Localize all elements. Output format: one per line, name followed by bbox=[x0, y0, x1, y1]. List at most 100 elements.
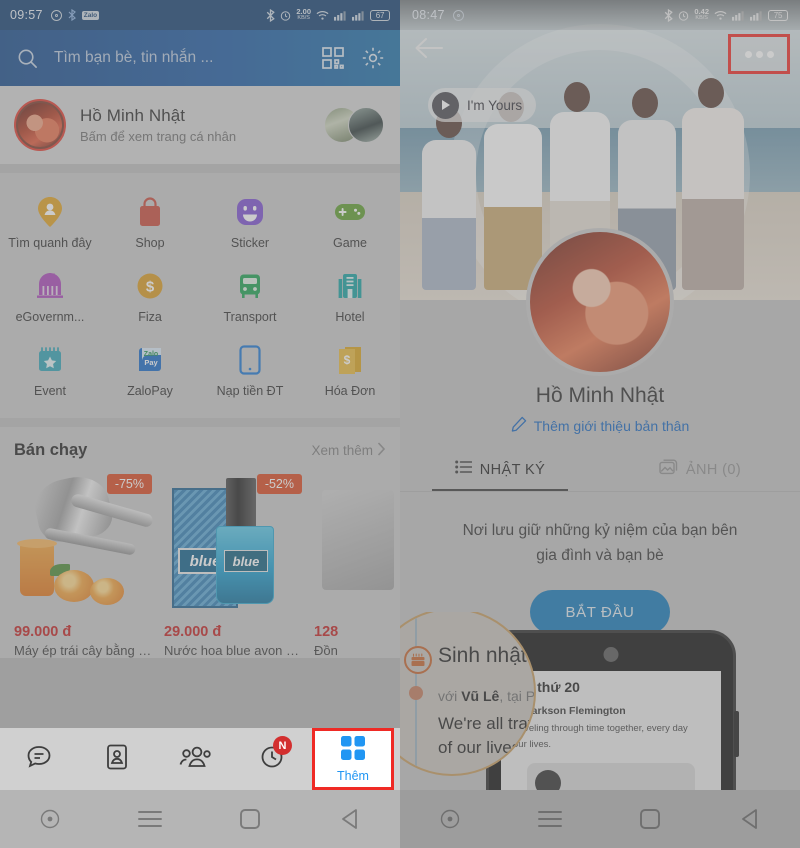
app-tile-label: Nạp tiền ĐT bbox=[216, 384, 284, 398]
magnifier-title: Sinh nhật bbox=[438, 644, 527, 667]
location-person-icon bbox=[33, 195, 67, 229]
app-tile-label: Game bbox=[332, 236, 368, 250]
empty-state-line1: Nơi lưu giữ những kỷ niệm của bạn bên bbox=[462, 522, 738, 539]
tab-timeline[interactable]: N bbox=[234, 728, 312, 790]
signal-icon bbox=[334, 10, 347, 21]
app-tile-hotel[interactable]: Hotel bbox=[300, 260, 400, 334]
app-tile-label: Transport bbox=[223, 310, 277, 324]
signal-icon bbox=[732, 10, 745, 21]
app-tile-tim-quanh-day[interactable]: Tìm quanh đây bbox=[0, 186, 100, 260]
app-tile-fiza[interactable]: $ Fiza bbox=[100, 260, 200, 334]
menu-lines-icon[interactable] bbox=[100, 810, 200, 828]
tab-anh[interactable]: ẢNH (0) bbox=[600, 449, 800, 491]
chevron-right-icon bbox=[377, 442, 386, 459]
qr-code-icon[interactable] bbox=[320, 45, 346, 71]
bluetooth-icon bbox=[266, 8, 276, 22]
with-name: Vũ Lê bbox=[461, 688, 500, 704]
left-status-bar: 09:57 Zalo 2.00 KB/S 67 bbox=[0, 0, 400, 30]
app-tile-egovernment[interactable]: eGovernm... bbox=[0, 260, 100, 334]
see-more-button[interactable]: Xem thêm bbox=[311, 442, 386, 459]
notification-badge: N bbox=[273, 736, 292, 755]
promo-comment-card bbox=[527, 763, 695, 790]
best-selling-section: Bán chạy Xem thêm -75% 99.000 đ Máy ép t… bbox=[0, 427, 400, 658]
svg-text:$: $ bbox=[146, 279, 155, 296]
app-tile-label: Fiza bbox=[138, 310, 162, 324]
contacts-icon bbox=[104, 743, 130, 776]
story-thumb[interactable] bbox=[348, 107, 384, 143]
section-title: Bán chạy bbox=[14, 441, 88, 459]
profile-row[interactable]: Hồ Minh Nhật Bấm để xem trang cá nhân bbox=[0, 86, 400, 164]
alarm-icon bbox=[280, 10, 291, 21]
home-square-icon[interactable] bbox=[200, 808, 300, 830]
more-horizontal-icon bbox=[755, 50, 763, 58]
pencil-icon bbox=[511, 416, 527, 435]
app-tile-zalopay[interactable]: Zalo Pay ZaloPay bbox=[100, 334, 200, 408]
gear-icon[interactable] bbox=[360, 45, 386, 71]
network-speed-indicator: 2.00 KB/S bbox=[296, 7, 311, 21]
battery-icon: 75 bbox=[768, 9, 788, 21]
tab-nhat-ky[interactable]: NHẬT KÝ bbox=[400, 449, 600, 491]
app-tile-shop[interactable]: Shop bbox=[100, 186, 200, 260]
app-tile-nap-tien[interactable]: Nạp tiền ĐT bbox=[200, 334, 300, 408]
product-card[interactable]: 128 Đồn bbox=[314, 470, 394, 658]
app-tile-game[interactable]: Game bbox=[300, 186, 400, 260]
search-bar[interactable]: Tìm bạn bè, tin nhắn ... bbox=[0, 30, 400, 86]
search-icon[interactable] bbox=[14, 45, 40, 71]
add-bio-link[interactable]: Thêm giới thiệu bản thân bbox=[400, 416, 800, 435]
dollar-coin-icon: $ bbox=[133, 269, 167, 303]
menu-lines-icon[interactable] bbox=[500, 810, 600, 828]
app-tile-label: Hotel bbox=[335, 310, 365, 324]
profile-subtitle: Bấm để xem trang cá nhân bbox=[80, 129, 237, 144]
product-card[interactable]: blue blue -52% 29.000 đ Nước hoa blue av… bbox=[164, 470, 304, 658]
home-square-icon[interactable] bbox=[600, 808, 700, 830]
app-tile-hoa-don[interactable]: $ Hóa Đơn bbox=[300, 334, 400, 408]
product-card[interactable]: -75% 99.000 đ Máy ép trái cây bằng ta... bbox=[14, 470, 155, 658]
app-tile-transport[interactable]: Transport bbox=[200, 260, 300, 334]
back-triangle-icon[interactable] bbox=[700, 808, 800, 830]
more-options-button[interactable] bbox=[728, 34, 790, 74]
promo-line-3: traveling through time together, every d… bbox=[513, 723, 688, 734]
avatar[interactable] bbox=[526, 228, 674, 376]
tab-contacts[interactable] bbox=[78, 728, 156, 790]
music-chip[interactable]: I'm Yours bbox=[428, 88, 537, 122]
assistant-dot-icon[interactable] bbox=[0, 809, 100, 829]
camera-dot-icon bbox=[452, 9, 464, 21]
assistant-dot-icon[interactable] bbox=[400, 809, 500, 829]
story-thumbnails[interactable] bbox=[324, 105, 386, 145]
best-selling-header: Bán chạy Xem thêm bbox=[14, 441, 386, 460]
search-input[interactable]: Tìm bạn bè, tin nhắn ... bbox=[54, 49, 306, 67]
bluetooth-icon bbox=[664, 8, 674, 22]
list-icon bbox=[454, 460, 473, 479]
tab-groups[interactable] bbox=[156, 728, 234, 790]
chat-bubble-icon bbox=[25, 743, 53, 776]
zalopay-icon: Zalo Pay bbox=[133, 343, 167, 377]
empty-state-line2: gia đình và bạn bè bbox=[536, 547, 664, 564]
play-icon[interactable] bbox=[432, 91, 459, 119]
alarm-icon bbox=[678, 10, 689, 21]
profile-tabs: NHẬT KÝ ẢNH (0) bbox=[400, 449, 800, 491]
tab-messages[interactable] bbox=[0, 728, 78, 790]
invoice-icon: $ bbox=[333, 343, 367, 377]
avatar[interactable] bbox=[14, 99, 66, 151]
section-divider bbox=[0, 418, 400, 427]
wifi-icon bbox=[316, 10, 329, 21]
more-horizontal-icon bbox=[744, 50, 752, 58]
back-button[interactable] bbox=[414, 36, 444, 65]
magnifier-quote-line1: We're all travel bbox=[438, 714, 536, 733]
status-time: 09:57 bbox=[10, 8, 43, 22]
svg-text:Pay: Pay bbox=[144, 358, 158, 367]
product-name: Máy ép trái cây bằng ta... bbox=[14, 643, 154, 658]
back-triangle-icon[interactable] bbox=[300, 808, 400, 830]
with-prefix: với bbox=[438, 688, 462, 704]
product-price: 99.000 đ bbox=[14, 624, 72, 640]
app-tile-sticker[interactable]: Sticker bbox=[200, 186, 300, 260]
app-tile-event[interactable]: Event bbox=[0, 334, 100, 408]
tab-more[interactable]: Thêm bbox=[312, 728, 394, 790]
app-tile-label: Shop bbox=[135, 236, 165, 250]
magnifier-quote-line2: of our lives. bbox=[438, 738, 525, 757]
tab-label: ẢNH (0) bbox=[685, 461, 742, 478]
right-android-nav-bar bbox=[400, 790, 800, 848]
app-grid: Tìm quanh đây Shop Sticker Game eGovernm… bbox=[0, 173, 400, 418]
bottom-tab-bar: N Thêm bbox=[0, 728, 400, 790]
watch-image bbox=[314, 470, 394, 618]
